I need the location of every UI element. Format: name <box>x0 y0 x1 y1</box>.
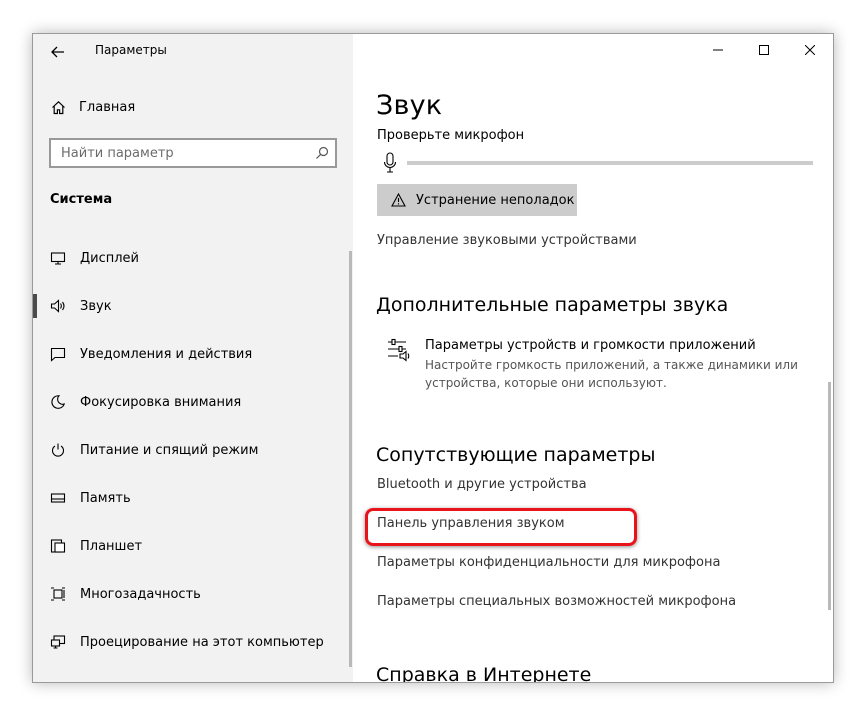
settings-window: Параметры Главная Система Дисплей Звук У… <box>32 33 834 683</box>
advanced-sound-heading: Дополнительные параметры звука <box>376 294 729 316</box>
storage-icon <box>50 493 66 503</box>
home-label: Главная <box>79 99 136 115</box>
app-volume-description: Настройте громкость приложений, а также … <box>425 358 798 390</box>
projecting-icon <box>50 635 66 649</box>
web-help-heading: Справка в Интернете <box>376 664 592 683</box>
sidebar-item-multitasking[interactable]: Многозадачность <box>33 570 353 618</box>
sidebar-item-label: Уведомления и действия <box>80 346 253 362</box>
search-icon[interactable] <box>315 146 329 160</box>
sidebar-item-label: Фокусировка внимания <box>80 394 242 410</box>
sidebar-item-tablet[interactable]: Планшет <box>33 522 353 570</box>
nav-list: Дисплей Звук Уведомления и действия Фоку… <box>33 234 353 666</box>
sidebar-item-label: Многозадачность <box>80 586 201 602</box>
sidebar-item-label: Планшет <box>80 538 143 554</box>
sound-control-panel-link[interactable]: Панель управления звуком <box>377 516 565 531</box>
troubleshoot-label: Устранение неполадок <box>416 192 575 208</box>
maximize-icon <box>759 45 769 55</box>
mic-level-bar <box>407 161 813 165</box>
microphone-icon <box>383 152 397 173</box>
mic-privacy-link[interactable]: Параметры конфиденциальности для микрофо… <box>377 555 720 570</box>
close-icon <box>805 45 815 55</box>
sidebar: Параметры Главная Система Дисплей Звук У… <box>33 34 353 682</box>
moon-icon <box>51 395 66 409</box>
related-settings-heading: Сопутствующие параметры <box>376 444 656 466</box>
mic-accessibility-link[interactable]: Параметры специальных возможностей микро… <box>377 594 736 609</box>
page-title: Звук <box>376 90 443 121</box>
back-button[interactable] <box>43 38 73 66</box>
sidebar-item-display[interactable]: Дисплей <box>33 234 353 282</box>
bluetooth-devices-link[interactable]: Bluetooth и другие устройства <box>377 477 587 492</box>
sidebar-item-sound[interactable]: Звук <box>33 282 353 330</box>
content-scrollbar[interactable] <box>828 382 831 610</box>
display-icon <box>50 252 66 265</box>
sidebar-item-focus-assist[interactable]: Фокусировка внимания <box>33 378 353 426</box>
home-icon <box>52 100 65 114</box>
sidebar-item-label: Дисплей <box>80 250 140 266</box>
sidebar-item-label: Проецирование на этот компьютер <box>80 634 324 650</box>
power-icon <box>51 443 65 457</box>
minimize-button[interactable] <box>695 34 741 66</box>
main-content: Звук Проверьте микрофон Устранение непол… <box>353 34 833 682</box>
multitasking-icon <box>51 587 65 601</box>
sidebar-scrollbar[interactable] <box>349 251 352 667</box>
sidebar-item-notifications[interactable]: Уведомления и действия <box>33 330 353 378</box>
home-nav-item[interactable]: Главная <box>51 97 135 117</box>
sidebar-item-storage[interactable]: Память <box>33 474 353 522</box>
sidebar-item-projecting[interactable]: Проецирование на этот компьютер <box>33 618 353 666</box>
mic-level-meter <box>383 152 813 174</box>
app-title: Параметры <box>95 43 167 57</box>
notification-icon <box>50 347 66 362</box>
sidebar-item-power[interactable]: Питание и спящий режим <box>33 426 353 474</box>
search-box[interactable] <box>49 138 337 168</box>
minimize-icon <box>713 49 723 51</box>
tablet-icon <box>50 539 66 553</box>
speaker-icon <box>50 299 65 313</box>
mic-test-label: Проверьте микрофон <box>377 128 525 143</box>
close-button[interactable] <box>787 34 833 66</box>
app-volume-title: Параметры устройств и громкости приложен… <box>425 338 756 353</box>
manage-sound-devices-link[interactable]: Управление звуковыми устройствами <box>377 233 637 248</box>
section-title: Система <box>50 192 113 207</box>
app-volume-settings[interactable]: Параметры устройств и громкости приложен… <box>387 336 807 396</box>
warning-icon <box>391 193 406 207</box>
sidebar-item-label: Звук <box>80 298 112 314</box>
back-arrow-icon <box>51 46 64 58</box>
sidebar-item-label: Память <box>80 490 131 506</box>
sidebar-item-label: Питание и спящий режим <box>80 442 259 458</box>
maximize-button[interactable] <box>741 34 787 66</box>
troubleshoot-button[interactable]: Устранение неполадок <box>377 184 577 216</box>
search-input[interactable] <box>51 145 301 161</box>
sliders-speaker-icon <box>388 338 410 362</box>
